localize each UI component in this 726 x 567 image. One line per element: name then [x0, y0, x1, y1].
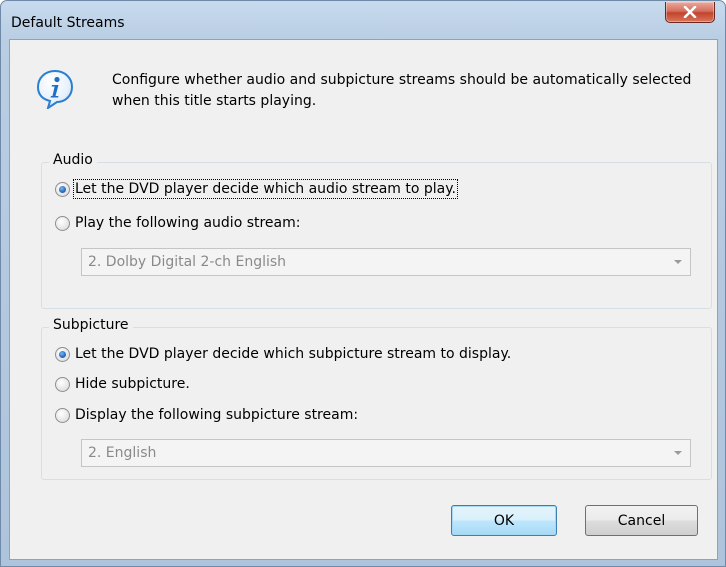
- close-icon: [683, 6, 697, 18]
- audio-manual-radio[interactable]: Play the following audio stream:: [55, 213, 300, 233]
- subpicture-group: Subpicture Let the DVD player decide whi…: [41, 317, 712, 480]
- subpicture-hide-radio[interactable]: Hide subpicture.: [55, 374, 190, 394]
- cancel-button[interactable]: Cancel: [585, 505, 698, 536]
- subpicture-stream-value: 2. English: [88, 445, 157, 461]
- info-message: Configure whether audio and subpicture s…: [112, 72, 692, 109]
- ok-button[interactable]: OK: [451, 505, 557, 536]
- chevron-down-icon: [674, 260, 682, 264]
- radio-button[interactable]: [55, 215, 70, 231]
- subpicture-hide-label: Hide subpicture.: [75, 376, 190, 392]
- subpicture-stream-select[interactable]: 2. English: [81, 439, 691, 467]
- audio-auto-radio[interactable]: Let the DVD player decide which audio st…: [55, 179, 458, 199]
- close-button[interactable]: [665, 2, 715, 23]
- subpicture-auto-radio[interactable]: Let the DVD player decide which subpictu…: [55, 344, 511, 364]
- dialog-content: Configure whether audio and subpicture s…: [9, 39, 718, 560]
- dialog-window: Default Streams Configure whether audio …: [0, 0, 726, 567]
- subpicture-manual-label: Display the following subpicture stream:: [75, 407, 359, 423]
- info-icon: [36, 69, 74, 109]
- radio-button[interactable]: [55, 346, 70, 362]
- radio-button[interactable]: [55, 181, 70, 197]
- audio-manual-label: Play the following audio stream:: [75, 215, 301, 231]
- window-title: Default Streams: [11, 15, 125, 31]
- audio-auto-label: Let the DVD player decide which audio st…: [73, 179, 458, 199]
- audio-group-label: Audio: [49, 152, 97, 168]
- subpicture-manual-radio[interactable]: Display the following subpicture stream:: [55, 405, 358, 425]
- audio-stream-select[interactable]: 2. Dolby Digital 2-ch English: [81, 248, 691, 276]
- radio-button[interactable]: [55, 407, 70, 423]
- radio-button[interactable]: [55, 376, 70, 392]
- audio-group: Audio Let the DVD player decide which au…: [41, 152, 712, 309]
- chevron-down-icon: [674, 451, 682, 455]
- title-bar[interactable]: Default Streams: [1, 1, 725, 41]
- audio-stream-value: 2. Dolby Digital 2-ch English: [88, 254, 287, 270]
- subpicture-group-label: Subpicture: [49, 317, 133, 333]
- subpicture-auto-label: Let the DVD player decide which subpictu…: [75, 346, 512, 362]
